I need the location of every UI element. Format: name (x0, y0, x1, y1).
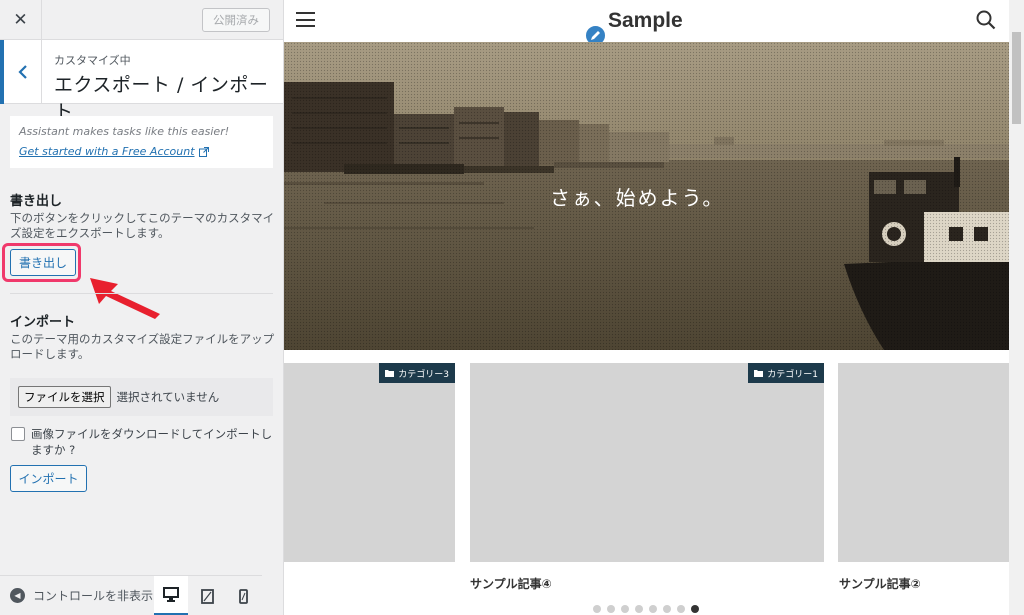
category-badge[interactable]: カテゴリー3 (379, 363, 455, 383)
choose-file-button[interactable]: ファイルを選択 (18, 386, 111, 408)
export-description: 下のボタンをクリックしてこのテーマのカスタマイズ設定をエクスポートします。 (10, 211, 275, 240)
search-icon[interactable] (976, 10, 996, 30)
tablet-icon (200, 588, 214, 604)
slider-dot[interactable] (663, 605, 671, 613)
site-preview: Sample さぁ、始めよう。 カテゴリー3 カテゴリー1 サンプル記事④ サン… (284, 0, 1024, 615)
post-card-title[interactable]: サンプル記事② (839, 575, 921, 592)
file-upload-field: ファイルを選択 選択されていません (10, 378, 273, 416)
category-badge[interactable]: カテゴリー1 (748, 363, 824, 383)
import-description: このテーマ用のカスタマイズ設定ファイルをアップロードします。 (10, 332, 275, 361)
slider-dot[interactable] (607, 605, 615, 613)
site-header: Sample (284, 0, 1009, 47)
external-link-icon (198, 147, 209, 157)
sidebar-header: ✕ 公開済み (0, 0, 283, 40)
device-tablet-button[interactable] (190, 576, 224, 615)
category-label: カテゴリー3 (398, 369, 449, 380)
assistant-notice: Assistant makes tasks like this easier! … (10, 116, 273, 168)
customizing-label: カスタマイズ中 (54, 54, 131, 67)
file-status: 選択されていません (116, 390, 220, 404)
hero-tagline: さぁ、始めよう。 (550, 186, 725, 210)
slider-dot[interactable] (593, 605, 601, 613)
section-divider (10, 293, 273, 294)
hide-controls-button[interactable]: ◀ コントロールを非表示 (10, 587, 153, 604)
close-icon: ✕ (13, 10, 28, 30)
slider-dot[interactable] (621, 605, 629, 613)
mobile-icon (238, 588, 248, 604)
customizer-sidebar: ✕ 公開済み カスタマイズ中 エクスポート / インポート Assistant … (0, 0, 284, 615)
section-title-panel: カスタマイズ中 エクスポート / インポート (0, 40, 283, 123)
back-button[interactable] (0, 40, 42, 104)
post-card-image[interactable]: カテゴリー3 (284, 363, 455, 562)
slider-dot-active[interactable] (691, 605, 699, 613)
scrollbar-thumb[interactable] (1012, 32, 1021, 124)
slider-dot[interactable] (649, 605, 657, 613)
post-card-title[interactable]: サンプル記事④ (470, 575, 552, 592)
close-button[interactable]: ✕ (0, 0, 42, 40)
sidebar-footer: ◀ コントロールを非表示 (0, 575, 262, 615)
folder-icon (385, 370, 395, 377)
free-account-link[interactable]: Get started with a Free Account (19, 143, 209, 161)
category-label: カテゴリー1 (767, 369, 818, 380)
slider-dot[interactable] (635, 605, 643, 613)
site-title[interactable]: Sample (608, 9, 683, 33)
assistant-text: Assistant makes tasks like this easier! (19, 125, 230, 138)
export-title: 書き出し (10, 194, 63, 209)
import-button[interactable]: インポート (10, 465, 87, 492)
publish-button[interactable]: 公開済み (202, 8, 270, 32)
post-card-image[interactable] (838, 363, 1009, 562)
download-images-checkbox[interactable] (11, 427, 25, 441)
device-desktop-button[interactable] (154, 576, 188, 615)
hamburger-menu-icon[interactable] (296, 12, 315, 27)
slider-dot[interactable] (677, 605, 685, 613)
pointer-arrow-icon (90, 278, 160, 319)
import-title: インポート (10, 315, 76, 330)
preview-scrollbar[interactable] (1009, 0, 1024, 615)
hero-image: さぁ、始めよう。 (284, 42, 1009, 350)
slider-pagination (593, 605, 699, 613)
chevron-left-icon (17, 65, 27, 79)
export-button[interactable]: 書き出し (10, 249, 76, 276)
desktop-icon (163, 587, 179, 602)
device-mobile-button[interactable] (226, 576, 260, 615)
hide-controls-label: コントロールを非表示 (33, 589, 154, 603)
download-images-label: 画像ファイルをダウンロードしてインポートしますか ? (31, 427, 273, 457)
folder-icon (754, 370, 764, 377)
collapse-arrow-icon: ◀ (10, 588, 25, 603)
free-account-link-label: Get started with a Free Account (19, 145, 195, 158)
post-card-image[interactable]: カテゴリー1 (470, 363, 824, 562)
